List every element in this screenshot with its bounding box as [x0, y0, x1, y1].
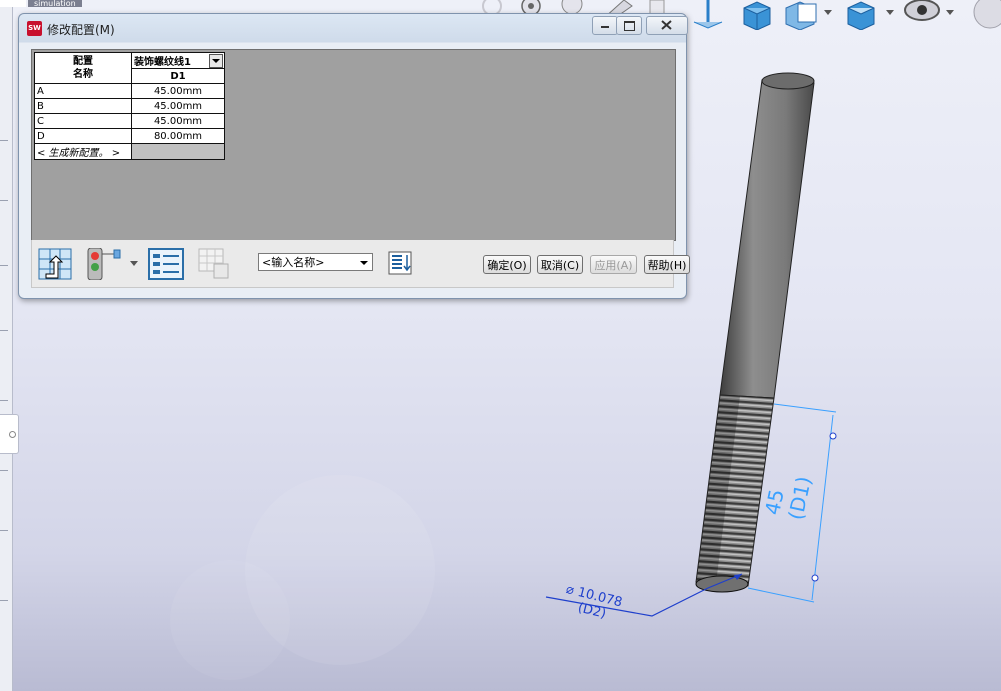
cancel-button[interactable]: 取消(C)	[537, 255, 583, 274]
new-config-value-cell	[131, 143, 225, 160]
config-name-cell[interactable]: D	[34, 128, 132, 144]
config-name-header-line1: 配置	[73, 56, 93, 67]
configuration-grid-area: 配置 名称 装饰螺纹线1 D1 A 45.00mm B 45.00mm C 45…	[31, 49, 676, 241]
dimension-value-cell[interactable]: 45.00mm	[131, 98, 225, 114]
dimension-handle[interactable]	[829, 432, 837, 440]
help-button[interactable]: 帮助(H)	[644, 255, 690, 274]
config-name-cell[interactable]: C	[34, 113, 132, 129]
shaft-top-face[interactable]	[761, 72, 815, 90]
dimension-extension-line	[773, 403, 837, 413]
traffic-light-dropdown-icon[interactable]	[130, 261, 138, 266]
ok-button[interactable]: 确定(O)	[483, 255, 531, 274]
view-name-value: <输入名称>	[262, 256, 325, 269]
solidworks-logo-icon: SW	[27, 21, 42, 36]
table-row: D 80.00mm	[34, 128, 225, 144]
dialog-title: 修改配置(M)	[47, 23, 115, 37]
configuration-table: 配置 名称 装饰螺纹线1 D1 A 45.00mm B 45.00mm C 45…	[34, 52, 225, 160]
table-row: A 45.00mm	[34, 83, 225, 99]
modify-configurations-dialog: SW 修改配置(M) 配置 名称 装饰螺纹线1 D1 A 45.00mm B 4…	[18, 13, 690, 299]
traffic-light-icon[interactable]	[86, 248, 122, 280]
feature-header-label: 装饰螺纹线1	[134, 57, 191, 68]
view-name-select[interactable]: <输入名称>	[258, 253, 373, 271]
maximize-button[interactable]	[616, 16, 642, 35]
table-row: C 45.00mm	[34, 113, 225, 129]
apply-button[interactable]: 应用(A)	[590, 255, 637, 274]
dimension-value-cell[interactable]: 45.00mm	[131, 83, 225, 99]
config-name-cell[interactable]: B	[34, 98, 132, 114]
close-icon	[661, 20, 672, 30]
minimize-button[interactable]	[592, 16, 618, 35]
background-glare	[170, 560, 290, 680]
chevron-down-icon[interactable]	[360, 261, 368, 265]
dimension-header: D1	[131, 68, 225, 84]
dimension-value-cell[interactable]: 80.00mm	[131, 128, 225, 144]
dimension-extension-line	[747, 587, 815, 603]
dimension-line-d1[interactable]	[811, 414, 834, 601]
shaft-body[interactable]	[719, 79, 815, 399]
table-links-icon[interactable]	[38, 248, 72, 280]
table-row: < 生成新配置。 >	[34, 143, 225, 160]
dialog-bottom-bar: <输入名称> 确定(O) 取消(C) 应用(A) 帮助(H)	[31, 240, 690, 288]
save-table-view-icon[interactable]	[198, 248, 232, 280]
dimension-handle[interactable]	[811, 574, 819, 582]
feature-dropdown-icon[interactable]	[209, 54, 223, 68]
config-name-cell[interactable]: A	[34, 83, 132, 99]
close-button[interactable]	[646, 16, 688, 35]
config-name-header-line2: 名称	[73, 69, 93, 80]
feature-header[interactable]: 装饰螺纹线1	[131, 52, 225, 69]
list-view-icon[interactable]	[148, 248, 184, 280]
new-config-cell[interactable]: < 生成新配置。 >	[34, 143, 132, 160]
dimension-value-cell[interactable]: 45.00mm	[131, 113, 225, 129]
table-settings-icon[interactable]	[388, 251, 412, 283]
config-name-header: 配置 名称	[34, 52, 132, 84]
table-row: B 45.00mm	[34, 98, 225, 114]
